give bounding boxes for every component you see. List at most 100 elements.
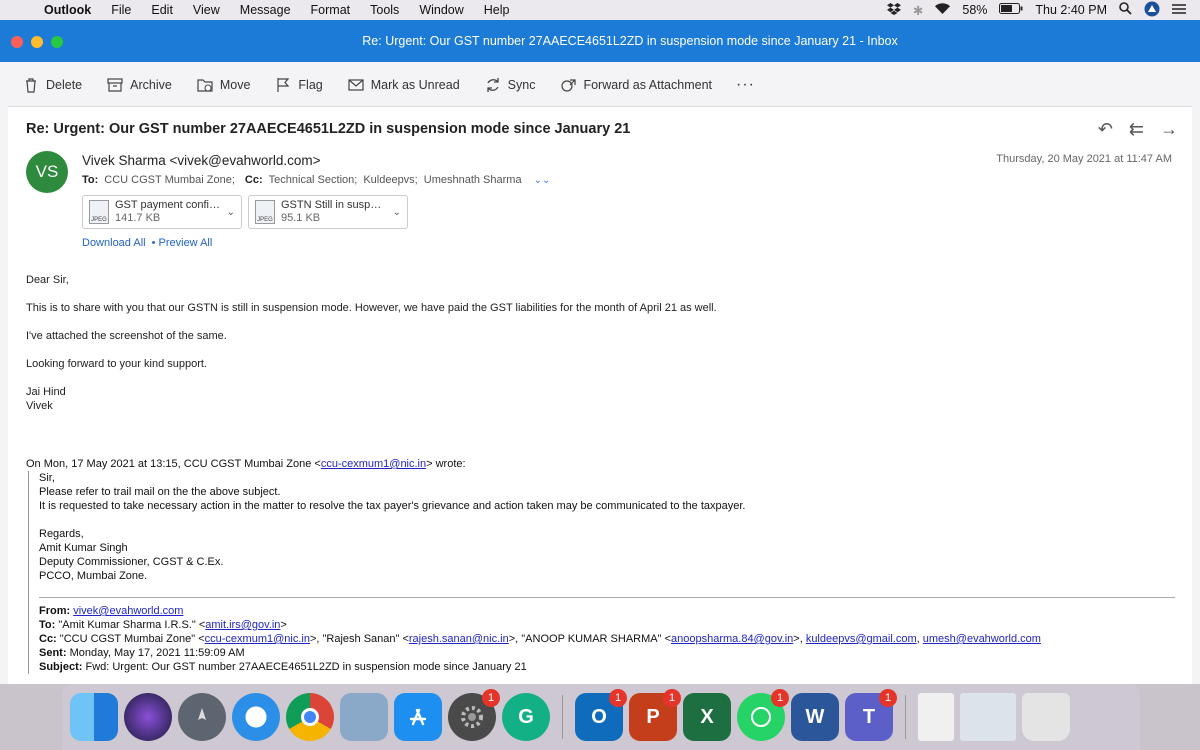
fwd-text: > (280, 619, 287, 631)
message-actions: ↶ ⇇ → (1098, 119, 1178, 140)
mark-as-unread-label: Mark as Unread (370, 78, 460, 92)
flag-icon (277, 78, 290, 92)
chevron-down-icon[interactable]: ⌄ (227, 207, 235, 218)
email-link[interactable]: anoopsharma.84@gov.in (671, 633, 793, 645)
powerpoint-icon[interactable]: P 1 (629, 689, 681, 741)
email-link[interactable]: ccu-cexmum1@nic.in (205, 633, 310, 645)
outlook-letter: O (591, 705, 607, 728)
subject-value: Fwd: Urgent: Our GST number 27AAECE4651L… (85, 661, 527, 673)
forward-icon[interactable]: → (1160, 119, 1178, 140)
recipients-line: To: CCU CGST Mumbai Zone; Cc: Technical … (82, 174, 550, 186)
menu-app-name[interactable]: Outlook (40, 3, 101, 17)
expand-recipients-icon[interactable]: ⌄⌄ (534, 175, 551, 186)
move-button[interactable]: Move (184, 71, 263, 99)
control-center-icon[interactable] (1172, 3, 1186, 18)
flag-label: Flag (298, 78, 323, 92)
excel-icon[interactable]: X (683, 693, 731, 741)
preview-all-link[interactable]: • Preview All (152, 237, 213, 249)
menu-file[interactable]: File (101, 3, 141, 17)
launchpad-icon[interactable] (178, 693, 226, 741)
quote-intro: On Mon, 17 May 2021 at 13:15, CCU CGST M… (26, 457, 1176, 471)
cc-recipient[interactable]: Technical Section; (269, 174, 358, 186)
cc-label: Cc: (244, 174, 263, 186)
quoted-message: On Mon, 17 May 2021 at 13:15, CCU CGST M… (26, 457, 1176, 674)
word-icon[interactable]: W (791, 693, 839, 741)
sender-name[interactable]: Vivek Sharma <vivek@evahworld.com> (82, 153, 321, 168)
email-link[interactable]: ccu-cexmum1@nic.in (321, 458, 426, 470)
outlook-window: Re: Urgent: Our GST number 27AAECE4651L2… (0, 20, 1200, 684)
siri-icon[interactable] (124, 693, 172, 741)
archive-button[interactable]: Archive (94, 71, 184, 99)
wifi-icon[interactable] (935, 3, 951, 17)
forward-as-attachment-button[interactable]: Forward as Attachment (547, 71, 724, 99)
whatsapp-icon[interactable]: 1 (737, 689, 789, 741)
battery-percent[interactable]: 58% (962, 3, 987, 17)
grammarly-icon[interactable]: G (502, 693, 550, 741)
clock[interactable]: Thu 2:40 PM (1035, 3, 1107, 17)
menu-message[interactable]: Message (230, 3, 301, 17)
document-thumbnail-icon[interactable] (918, 693, 954, 741)
delete-button[interactable]: Delete (10, 71, 94, 99)
menu-edit[interactable]: Edit (141, 3, 183, 17)
cc-label: Cc: (39, 633, 57, 645)
teams-icon[interactable]: T 1 (845, 689, 897, 741)
menu-tools[interactable]: Tools (360, 3, 409, 17)
to-recipient[interactable]: CCU CGST Mumbai Zone; (104, 174, 235, 186)
flag-button[interactable]: Flag (262, 71, 334, 99)
dock-separator (562, 695, 563, 739)
menu-help[interactable]: Help (474, 3, 520, 17)
user-profile-icon[interactable] (1144, 1, 1160, 20)
downloads-stack-icon[interactable] (960, 693, 1016, 741)
email-link[interactable]: vivek@evahworld.com (73, 605, 183, 617)
finder-icon[interactable] (70, 693, 118, 741)
email-link[interactable]: rajesh.sanan@nic.in (409, 633, 509, 645)
email-link[interactable]: umesh@evahworld.com (923, 633, 1041, 645)
menu-format[interactable]: Format (301, 3, 361, 17)
safari-icon[interactable] (232, 693, 280, 741)
menu-view[interactable]: View (183, 3, 230, 17)
bluetooth-icon[interactable]: ✱ (913, 3, 923, 18)
email-link[interactable]: kuldeepvs@gmail.com (806, 633, 917, 645)
title-bar: Re: Urgent: Our GST number 27AAECE4651L2… (0, 20, 1200, 62)
quote-block: Sir, Please refer to trail mail on the t… (28, 471, 1176, 674)
to-label: To: (39, 619, 56, 631)
forward-as-attachment-label: Forward as Attachment (583, 78, 712, 92)
more-options-button[interactable]: ··· (724, 71, 767, 99)
download-all-link[interactable]: Download All (82, 237, 146, 249)
dropbox-icon[interactable] (886, 2, 901, 18)
signature-line: Deputy Commissioner, CGST & C.Ex. (39, 556, 224, 568)
attachment-item[interactable]: JPEG GST payment confir... 141.7 KB ⌄ (82, 195, 242, 229)
menu-window[interactable]: Window (409, 3, 473, 17)
cc-recipient[interactable]: Umeshnath Sharma (424, 174, 522, 186)
email-link[interactable]: amit.irs@gov.in (205, 619, 280, 631)
mark-as-unread-button[interactable]: Mark as Unread (335, 71, 472, 99)
forwarded-header: From: vivek@evahworld.com To: "Amit Kuma… (39, 604, 1176, 674)
cc-recipient[interactable]: Kuldeepvs; (363, 174, 417, 186)
chrome-icon[interactable] (286, 693, 334, 741)
outlook-icon[interactable]: O 1 (575, 689, 627, 741)
app-store-icon[interactable] (394, 693, 442, 741)
teams-letter: T (862, 705, 876, 728)
sync-label: Sync (507, 78, 536, 92)
trash-icon (26, 78, 36, 93)
reply-all-icon[interactable]: ⇇ (1129, 119, 1144, 140)
trash-icon[interactable] (1022, 693, 1070, 741)
system-preferences-icon[interactable]: 1 (448, 689, 500, 741)
spotlight-search-icon[interactable] (1119, 2, 1132, 18)
chevron-down-icon[interactable]: ⌄ (393, 207, 401, 218)
body-line: Vivek (26, 400, 53, 412)
jpeg-file-icon: JPEG (255, 200, 275, 224)
signature-line: Regards, (39, 528, 84, 540)
powerpoint-letter: P (646, 705, 660, 728)
body-paragraph: I've attached the screenshot of the same… (26, 330, 227, 342)
delete-label: Delete (46, 78, 83, 92)
mail-stamp-icon[interactable] (340, 693, 388, 741)
archive-icon (107, 78, 123, 92)
attachment-item[interactable]: JPEG GSTN Still in suspen... 95.1 KB ⌄ (248, 195, 408, 229)
quote-intro-text: > wrote: (426, 458, 466, 470)
notification-badge: 1 (663, 689, 681, 707)
dock: 1 G O 1 P 1 X 1 W T 1 (62, 684, 1140, 750)
battery-icon[interactable] (999, 3, 1023, 17)
reply-icon[interactable]: ↶ (1098, 119, 1113, 140)
sync-button[interactable]: Sync (472, 71, 548, 99)
